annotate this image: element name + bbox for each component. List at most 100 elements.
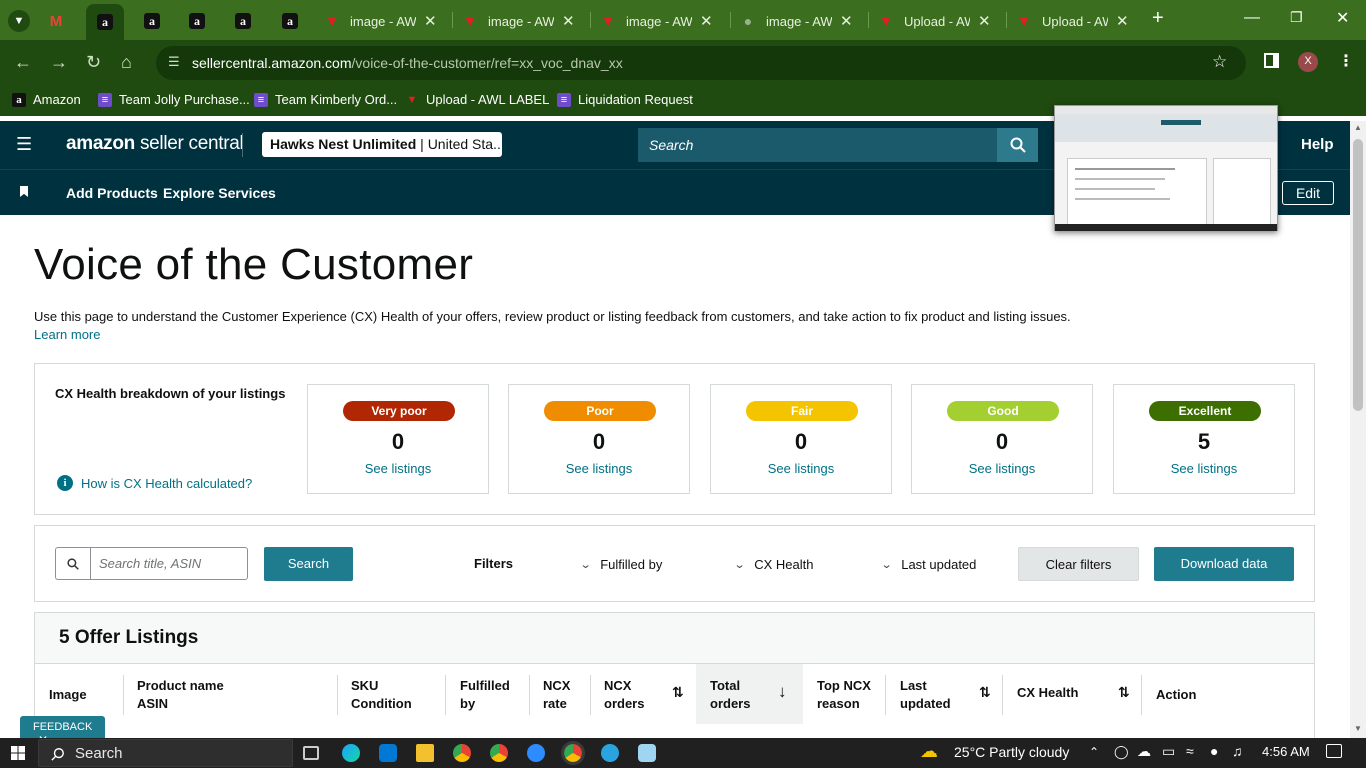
zoom-icon[interactable]: [527, 744, 545, 762]
bookmark-upload-awl[interactable]: ▼ Upload - AWL LABEL: [405, 92, 550, 107]
close-icon[interactable]: ✕: [840, 12, 853, 30]
close-icon[interactable]: ✕: [1116, 12, 1129, 30]
tab-amazon[interactable]: a: [144, 6, 160, 36]
bookmark-liquidation[interactable]: ≡ Liquidation Request: [557, 92, 693, 107]
chrome-active-icon[interactable]: [561, 741, 585, 765]
home-icon[interactable]: ⌂: [121, 52, 132, 73]
close-icon[interactable]: ✕: [562, 12, 575, 30]
reload-icon[interactable]: ↻: [86, 52, 101, 73]
tab-image-awl[interactable]: ▼ image - AWL ✕: [600, 6, 713, 36]
see-listings-link[interactable]: See listings: [912, 461, 1092, 476]
column-header-ncx-orders[interactable]: NCX orders: [604, 677, 644, 713]
chevron-up-icon[interactable]: ⌃: [1089, 745, 1099, 759]
site-info-icon[interactable]: ☰: [168, 54, 180, 70]
taskbar-clock[interactable]: 4:56 AM: [1262, 744, 1310, 759]
see-listings-link[interactable]: See listings: [509, 461, 689, 476]
learn-more-link[interactable]: Learn more: [34, 327, 100, 342]
restore-button[interactable]: ❐: [1290, 9, 1303, 26]
side-panel-icon[interactable]: [1264, 53, 1279, 68]
sort-descending-icon[interactable]: ↓: [778, 682, 787, 702]
tab-search-button[interactable]: ▼: [8, 10, 30, 32]
onedrive-icon[interactable]: ☁: [1137, 743, 1151, 760]
cx-health-how-link[interactable]: i How is CX Health calculated?: [57, 475, 252, 491]
url-bar[interactable]: ☰ sellercentral.amazon.com/voice-of-the-…: [156, 46, 1246, 80]
seller-search-input[interactable]: Search: [638, 128, 998, 162]
bookmark-icon[interactable]: [20, 186, 28, 197]
chrome-icon[interactable]: [490, 744, 508, 762]
sort-icon[interactable]: ⇅: [979, 684, 991, 701]
minimize-button[interactable]: —: [1244, 9, 1260, 27]
forward-icon[interactable]: →: [50, 52, 68, 73]
column-header-last-updated[interactable]: Last updated: [900, 677, 951, 713]
weather-widget[interactable]: 25°C Partly cloudy: [954, 744, 1069, 760]
see-listings-link[interactable]: See listings: [1114, 461, 1294, 476]
download-data-button[interactable]: Download data: [1154, 547, 1294, 581]
feedback-tab[interactable]: FEEDBACK ✕: [20, 716, 105, 747]
tab-amazon[interactable]: a: [189, 6, 205, 36]
header-line1: NCX: [604, 678, 632, 693]
notification-icon[interactable]: [1326, 744, 1342, 758]
notepad-icon[interactable]: [638, 744, 656, 762]
close-icon[interactable]: ✕: [978, 12, 991, 30]
close-icon[interactable]: ✕: [700, 12, 713, 30]
back-icon[interactable]: ←: [14, 52, 32, 73]
listing-search-input[interactable]: Search title, ASIN: [90, 547, 248, 580]
tab-upload-aw[interactable]: ▼ Upload - AW ✕: [1016, 6, 1129, 36]
tab-gmail[interactable]: M: [48, 6, 64, 36]
scrollbar-thumb[interactable]: [1353, 139, 1363, 411]
scroll-down-icon[interactable]: ▼: [1354, 724, 1362, 733]
tab-image-awl[interactable]: ▼ image - AWL ✕: [462, 6, 575, 36]
scroll-up-icon[interactable]: ▲: [1354, 123, 1362, 132]
nav-explore-services[interactable]: Explore Services: [163, 185, 276, 201]
weather-icon[interactable]: ☁: [920, 741, 938, 762]
store-icon[interactable]: [379, 744, 397, 762]
chrome-icon[interactable]: [453, 744, 471, 762]
wifi-icon[interactable]: ≈: [1186, 743, 1194, 759]
edit-nav-button[interactable]: Edit: [1282, 181, 1334, 205]
seller-search-button[interactable]: [997, 128, 1038, 162]
fulfilled-by-dropdown[interactable]: ⌄ Fulfilled by: [580, 557, 663, 572]
sort-icon[interactable]: ⇅: [672, 684, 684, 701]
system-tray-icon[interactable]: ◯: [1114, 744, 1129, 760]
menu-icon[interactable]: ⋮: [1338, 51, 1354, 71]
tab-image-awl[interactable]: ● image - AWL ✕: [740, 6, 853, 36]
tab-amazon[interactable]: a: [235, 6, 251, 36]
see-listings-link[interactable]: See listings: [308, 461, 488, 476]
tab-amazon-active[interactable]: a: [86, 4, 124, 40]
hamburger-menu-icon[interactable]: ☰: [16, 134, 32, 155]
seller-central-logo[interactable]: amazon seller central: [66, 133, 244, 155]
task-view-icon[interactable]: [303, 746, 319, 760]
edge-icon[interactable]: [342, 744, 360, 762]
help-link[interactable]: Help: [1301, 136, 1334, 153]
windows-start-icon[interactable]: [11, 746, 25, 760]
bookmark-team-jolly[interactable]: ≡ Team Jolly Purchase...: [98, 92, 250, 107]
tab-amazon[interactable]: a: [282, 6, 298, 36]
profile-avatar[interactable]: X: [1298, 52, 1318, 72]
tab-upload-aw[interactable]: ▼ Upload - AW ✕: [878, 6, 991, 36]
column-header-total-orders[interactable]: Total orders: [710, 677, 750, 713]
taskbar-search[interactable]: Search: [38, 739, 293, 767]
tab-image-awl[interactable]: ▼ image - AWL ✕: [324, 6, 437, 36]
listing-search-button[interactable]: Search: [264, 547, 353, 581]
display-icon[interactable]: ▭: [1162, 743, 1175, 760]
last-updated-dropdown[interactable]: ⌄ Last updated: [881, 557, 977, 572]
clear-filters-button[interactable]: Clear filters: [1018, 547, 1139, 581]
column-header-cx-health[interactable]: CX Health: [1017, 684, 1078, 702]
nav-add-products[interactable]: Add Products: [66, 185, 158, 201]
file-explorer-icon[interactable]: [416, 744, 434, 762]
close-window-button[interactable]: ✕: [1336, 8, 1349, 28]
sort-icon[interactable]: ⇅: [1118, 684, 1130, 701]
microphone-icon[interactable]: ●: [1210, 743, 1218, 759]
see-listings-link[interactable]: See listings: [711, 461, 891, 476]
bookmark-amazon[interactable]: a Amazon: [12, 92, 81, 107]
cx-health-dropdown[interactable]: ⌄ CX Health: [734, 557, 814, 572]
volume-icon[interactable]: ♫: [1232, 743, 1243, 759]
star-icon[interactable]: ☆: [1212, 52, 1227, 72]
info-icon: i: [57, 475, 73, 491]
telegram-icon[interactable]: [601, 744, 619, 762]
new-tab-button[interactable]: +: [1152, 7, 1164, 30]
close-icon[interactable]: ✕: [424, 12, 437, 30]
account-switcher[interactable]: Hawks Nest Unlimited | United Sta...: [262, 132, 502, 157]
bookmark-team-kimberly[interactable]: ≡ Team Kimberly Ord...: [254, 92, 397, 107]
page-scrollbar[interactable]: ▲ ▼: [1350, 121, 1366, 738]
